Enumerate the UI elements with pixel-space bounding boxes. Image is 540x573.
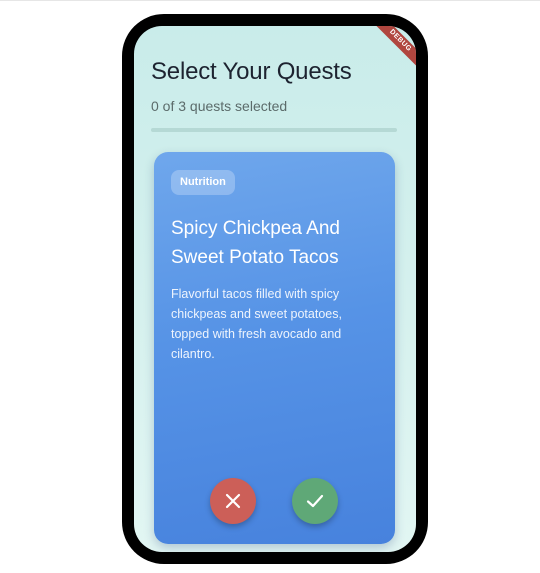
- quest-description: Flavorful tacos filled with spicy chickp…: [171, 287, 342, 361]
- reject-button[interactable]: [210, 478, 256, 524]
- page-title: Select Your Quests: [151, 58, 352, 85]
- debug-banner: DEBUG: [366, 26, 416, 75]
- selection-counter: 0 of 3 quests selected: [151, 98, 288, 114]
- top-divider: [0, 0, 540, 1]
- check-icon: [306, 494, 324, 508]
- close-icon: [225, 493, 241, 509]
- app-screen: DEBUG Select Your Quests 0 of 3 quests s…: [134, 26, 416, 552]
- quest-title: Spicy Chickpea And Sweet Potato Tacos: [171, 218, 340, 268]
- phone-frame: DEBUG Select Your Quests 0 of 3 quests s…: [122, 14, 428, 564]
- progress-bar: [151, 128, 397, 132]
- category-badge: Nutrition: [171, 170, 235, 195]
- quest-card[interactable]: Nutrition Spicy Chickpea And Sweet Potat…: [154, 152, 395, 544]
- accept-button[interactable]: [292, 478, 338, 524]
